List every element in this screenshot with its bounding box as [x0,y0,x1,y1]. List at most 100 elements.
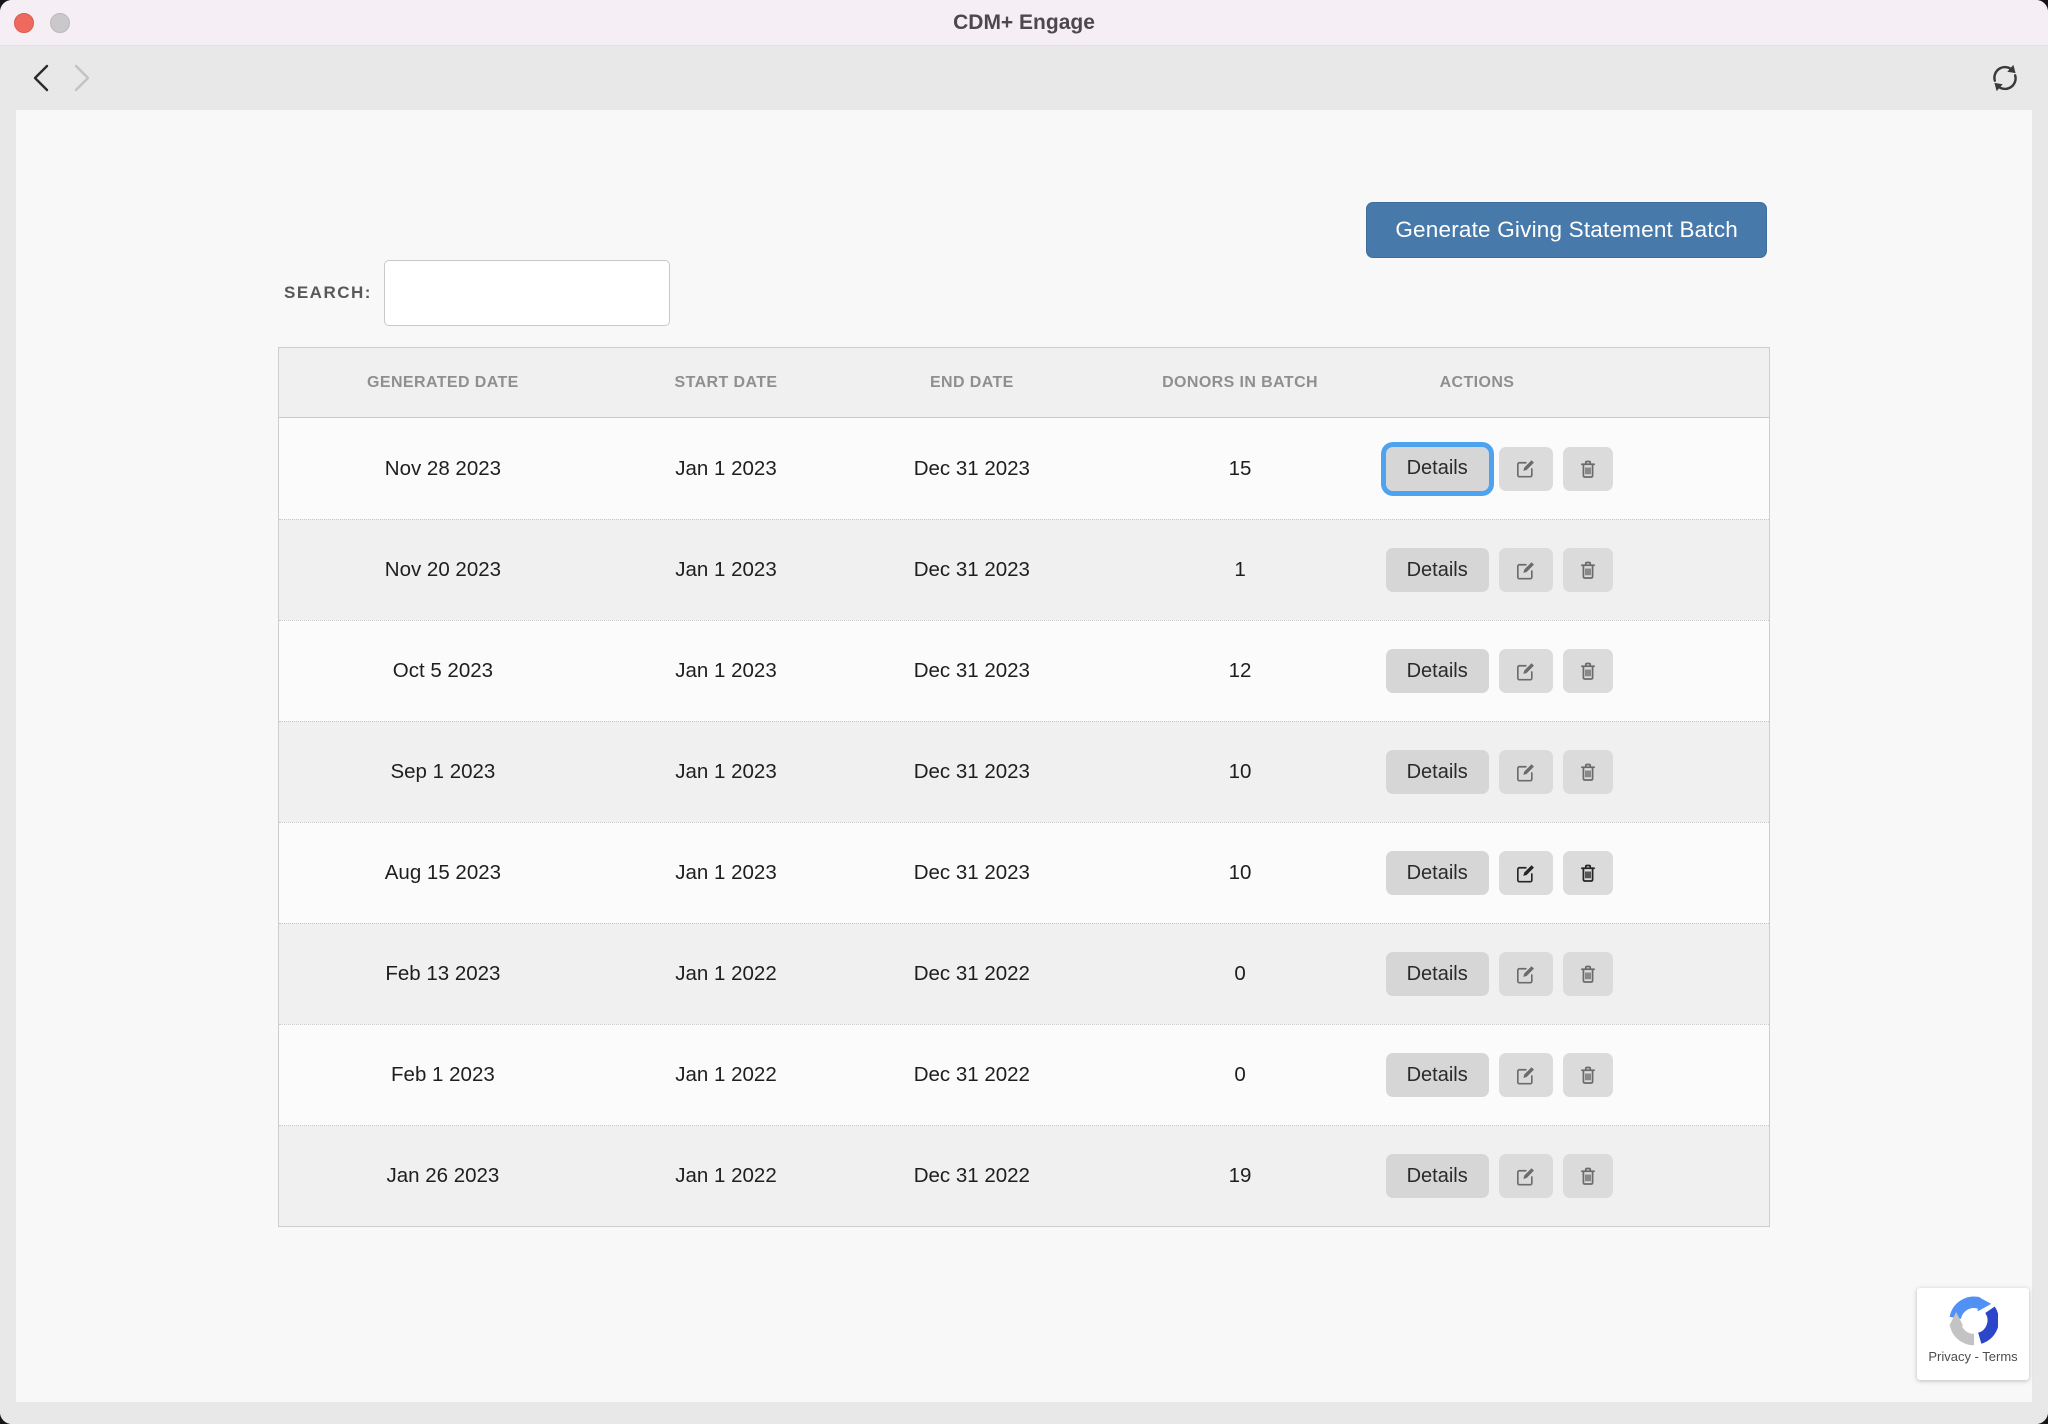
delete-batch-button[interactable] [1563,649,1613,693]
delete-batch-button[interactable] [1563,548,1613,592]
end-date-cell: Dec 31 2022 [845,1164,1098,1188]
donors-in-batch-cell: 12 [1098,659,1381,683]
trash-icon [1577,458,1599,480]
details-button[interactable]: Details [1386,1154,1489,1198]
edit-batch-button[interactable] [1499,1053,1553,1097]
delete-batch-button[interactable] [1563,952,1613,996]
edit-icon [1514,862,1537,885]
trash-icon [1577,1064,1599,1086]
donors-in-batch-cell: 19 [1098,1164,1381,1188]
generated-date-cell: Aug 15 2023 [279,861,607,885]
edit-icon [1514,1064,1537,1087]
donors-in-batch-cell: 10 [1098,861,1381,885]
giving-statement-batch-table: GENERATED DATE START DATE END DATE DONOR… [278,347,1770,1227]
table-body: Nov 28 2023 Jan 1 2023 Dec 31 2023 15 De… [279,418,1769,1226]
end-date-cell: Dec 31 2022 [845,1063,1098,1087]
delete-batch-button[interactable] [1563,447,1613,491]
edit-icon [1514,1165,1537,1188]
delete-batch-button[interactable] [1563,1053,1613,1097]
delete-batch-button[interactable] [1563,750,1613,794]
trash-icon [1577,761,1599,783]
table-row: Feb 1 2023 Jan 1 2022 Dec 31 2022 0 Deta… [279,1024,1769,1125]
generated-date-cell: Nov 28 2023 [279,457,607,481]
edit-icon [1514,963,1537,986]
end-date-cell: Dec 31 2023 [845,760,1098,784]
actions-cell: Details [1382,952,1769,996]
refresh-button[interactable] [1986,60,2024,98]
end-date-cell: Dec 31 2022 [845,962,1098,986]
generated-date-cell: Jan 26 2023 [279,1164,607,1188]
generated-date-cell: Nov 20 2023 [279,558,607,582]
window-title: CDM+ Engage [953,11,1095,35]
donors-in-batch-cell: 0 [1098,962,1381,986]
table-row: Jan 26 2023 Jan 1 2022 Dec 31 2022 19 De… [279,1125,1769,1226]
generated-date-cell: Feb 1 2023 [279,1063,607,1087]
forward-button[interactable] [67,62,97,94]
refresh-icon [1987,60,2023,96]
edit-icon [1514,559,1537,582]
end-date-cell: Dec 31 2023 [845,558,1098,582]
edit-batch-button[interactable] [1499,548,1553,592]
donors-in-batch-cell: 1 [1098,558,1381,582]
actions-cell: Details [1382,750,1769,794]
edit-batch-button[interactable] [1499,649,1553,693]
table-row: Nov 20 2023 Jan 1 2023 Dec 31 2023 1 Det… [279,519,1769,620]
recaptcha-logo-icon [1948,1296,1998,1346]
recaptcha-privacy-terms[interactable]: Privacy - Terms [1928,1349,2017,1364]
search-input[interactable] [384,260,670,326]
app-window: CDM+ Engage [0,0,2048,1424]
header-generated-date: GENERATED DATE [279,374,607,392]
details-button[interactable]: Details [1386,548,1489,592]
delete-batch-button[interactable] [1563,851,1613,895]
start-date-cell: Jan 1 2022 [607,1164,845,1188]
end-date-cell: Dec 31 2023 [845,457,1098,481]
edit-batch-button[interactable] [1499,1154,1553,1198]
main-content: Generate Giving Statement Batch SEARCH: … [16,110,2032,1402]
window-frame: Generate Giving Statement Batch SEARCH: … [0,110,2048,1424]
actions-cell: Details [1382,447,1769,491]
actions-cell: Details [1382,1053,1769,1097]
titlebar: CDM+ Engage [0,0,2048,46]
table-row: Oct 5 2023 Jan 1 2023 Dec 31 2023 12 Det… [279,620,1769,721]
delete-batch-button[interactable] [1563,1154,1613,1198]
details-button[interactable]: Details [1386,447,1489,491]
generated-date-cell: Oct 5 2023 [279,659,607,683]
edit-batch-button[interactable] [1499,952,1553,996]
start-date-cell: Jan 1 2023 [607,659,845,683]
generate-giving-statement-batch-button[interactable]: Generate Giving Statement Batch [1366,202,1767,258]
table-row: Aug 15 2023 Jan 1 2023 Dec 31 2023 10 De… [279,822,1769,923]
start-date-cell: Jan 1 2022 [607,1063,845,1087]
minimize-window-button[interactable] [50,13,70,33]
close-window-button[interactable] [14,13,34,33]
donors-in-batch-cell: 0 [1098,1063,1381,1087]
generated-date-cell: Feb 13 2023 [279,962,607,986]
table-header-row: GENERATED DATE START DATE END DATE DONOR… [279,348,1769,418]
header-actions: ACTIONS [1382,374,1769,392]
edit-icon [1514,660,1537,683]
details-button[interactable]: Details [1386,952,1489,996]
edit-batch-button[interactable] [1499,851,1553,895]
donors-in-batch-cell: 15 [1098,457,1381,481]
edit-batch-button[interactable] [1499,750,1553,794]
trash-icon [1577,660,1599,682]
details-button[interactable]: Details [1386,851,1489,895]
header-start-date: START DATE [607,374,845,392]
start-date-cell: Jan 1 2022 [607,962,845,986]
chevron-left-icon [29,63,55,93]
recaptcha-badge[interactable]: Privacy - Terms [1917,1288,2029,1380]
table-row: Sep 1 2023 Jan 1 2023 Dec 31 2023 10 Det… [279,721,1769,822]
details-button[interactable]: Details [1386,750,1489,794]
back-button[interactable] [27,62,57,94]
start-date-cell: Jan 1 2023 [607,760,845,784]
start-date-cell: Jan 1 2023 [607,558,845,582]
traffic-lights [14,0,70,45]
actions-cell: Details [1382,1154,1769,1198]
details-button[interactable]: Details [1386,1053,1489,1097]
table-row: Nov 28 2023 Jan 1 2023 Dec 31 2023 15 De… [279,418,1769,519]
details-button[interactable]: Details [1386,649,1489,693]
trash-icon [1577,1165,1599,1187]
donors-in-batch-cell: 10 [1098,760,1381,784]
edit-batch-button[interactable] [1499,447,1553,491]
generated-date-cell: Sep 1 2023 [279,760,607,784]
actions-cell: Details [1382,851,1769,895]
